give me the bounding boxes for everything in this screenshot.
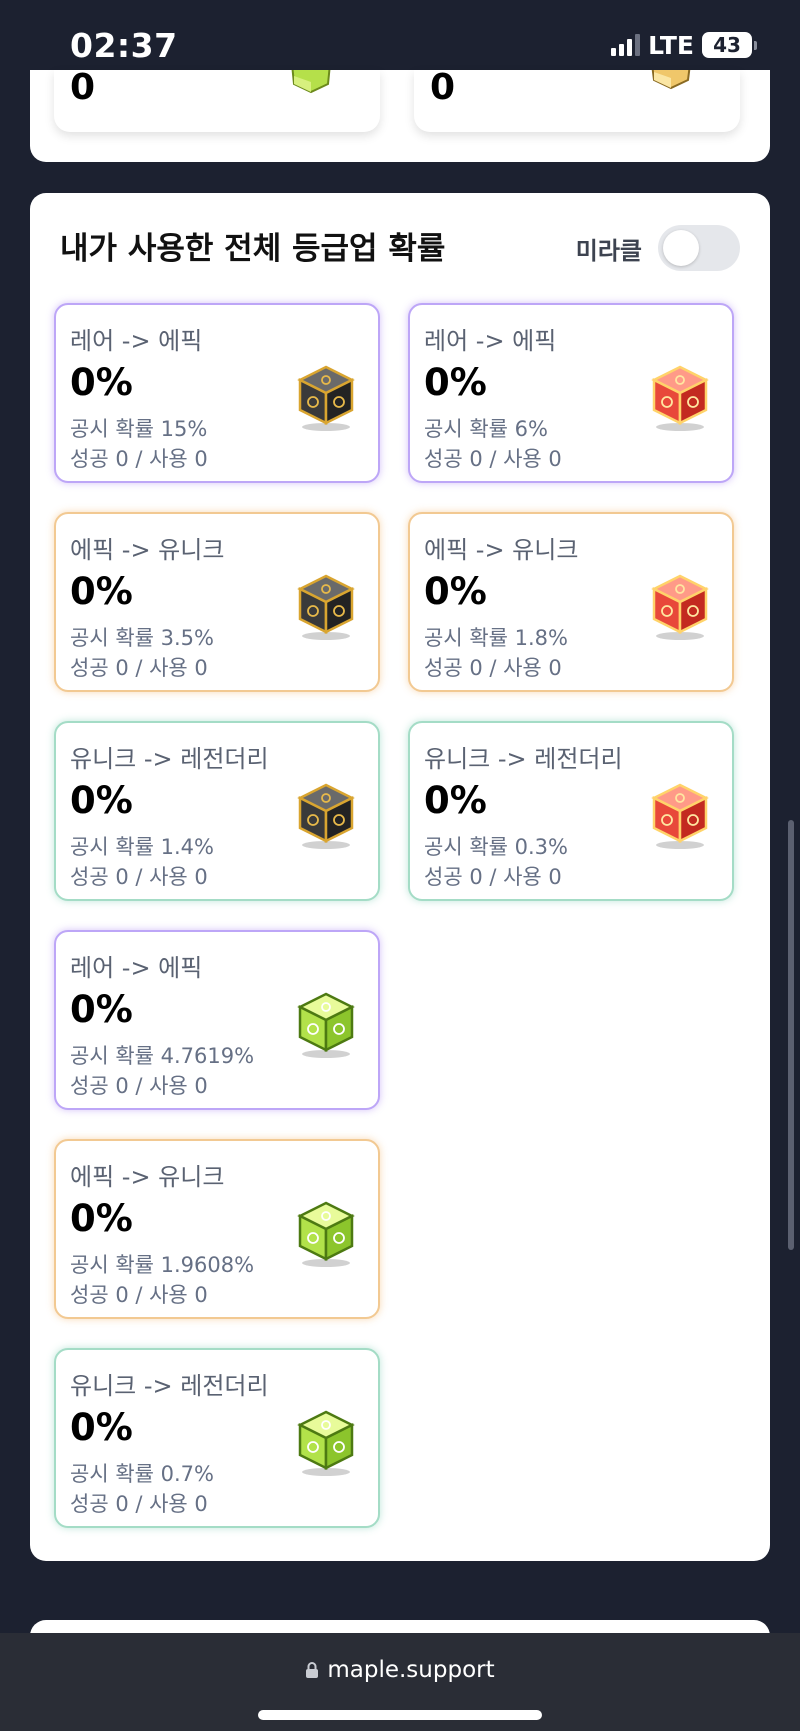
probability-card: 유니크 -> 레전더리 0% 공시 확률 0.7% 성공 0 / 사용 0: [54, 1348, 380, 1528]
success-rate: 0%: [70, 570, 133, 613]
success-count: 성공 0 / 사용 0: [424, 656, 562, 680]
red-cube-icon: [651, 783, 709, 849]
battery-icon: 43: [702, 32, 757, 58]
home-indicator[interactable]: [258, 1710, 542, 1720]
success-rate: 0%: [70, 988, 133, 1031]
probability-card: 유니크 -> 레전더리 0% 공시 확률 0.3% 성공 0 / 사용 0: [408, 721, 734, 901]
address-bar[interactable]: maple.support: [0, 1657, 800, 1683]
black-cube-icon: [297, 574, 355, 640]
card-title: 유니크 -> 레전더리: [70, 1372, 269, 1400]
card-title: 에픽 -> 유니크: [70, 1163, 225, 1191]
previous-stat-card: 0: [414, 70, 740, 132]
probability-card: 에픽 -> 유니크 0% 공시 확률 1.8% 성공 0 / 사용 0: [408, 512, 734, 692]
probability-card: 레어 -> 에픽 0% 공시 확률 4.7619% 성공 0 / 사용 0: [54, 930, 380, 1110]
probability-card: 레어 -> 에픽 0% 공시 확률 6% 성공 0 / 사용 0: [408, 303, 734, 483]
official-rate: 공시 확률 3.5%: [70, 626, 214, 650]
previous-stat-value: 0: [70, 70, 96, 108]
probability-card: 레어 -> 에픽 0% 공시 확률 15% 성공 0 / 사용 0: [54, 303, 380, 483]
green-cube-icon: [297, 992, 355, 1058]
success-rate: 0%: [70, 1406, 133, 1449]
network-label: LTE: [648, 30, 694, 60]
url-text: maple.support: [327, 1657, 495, 1683]
previous-stat-card: 0: [54, 70, 380, 132]
success-count: 성공 0 / 사용 0: [70, 865, 208, 889]
card-title: 에픽 -> 유니크: [70, 536, 225, 564]
lock-icon: [306, 1662, 319, 1678]
probability-card: 에픽 -> 유니크 0% 공시 확률 1.9608% 성공 0 / 사용 0: [54, 1139, 380, 1319]
black-cube-icon: [297, 783, 355, 849]
gold-cube-icon: [651, 70, 691, 90]
success-count: 성공 0 / 사용 0: [70, 1492, 208, 1516]
miracle-toggle[interactable]: [658, 225, 740, 271]
official-rate: 공시 확률 0.7%: [70, 1462, 214, 1486]
card-title: 레어 -> 에픽: [70, 954, 203, 982]
red-cube-icon: [651, 574, 709, 640]
official-rate: 공시 확률 1.8%: [424, 626, 568, 650]
green-cube-icon: [291, 70, 331, 94]
card-title: 에픽 -> 유니크: [424, 536, 579, 564]
black-cube-icon: [297, 365, 355, 431]
success-rate: 0%: [424, 779, 487, 822]
success-count: 성공 0 / 사용 0: [70, 447, 208, 471]
official-rate: 공시 확률 1.9608%: [70, 1253, 255, 1277]
success-count: 성공 0 / 사용 0: [424, 865, 562, 889]
probability-card: 유니크 -> 레전더리 0% 공시 확률 1.4% 성공 0 / 사용 0: [54, 721, 380, 901]
page: 02:37 LTE 43 0 0 내가 사용한 전체 등급업 확률 미라클 레어…: [0, 0, 800, 1731]
success-count: 성공 0 / 사용 0: [424, 447, 562, 471]
official-rate: 공시 확률 4.7619%: [70, 1044, 255, 1068]
success-rate: 0%: [424, 570, 487, 613]
official-rate: 공시 확률 0.3%: [424, 835, 568, 859]
previous-section-card: 0 0: [30, 70, 770, 162]
card-title: 레어 -> 에픽: [70, 327, 203, 355]
section-title: 내가 사용한 전체 등급업 확률: [60, 231, 446, 267]
red-cube-icon: [651, 365, 709, 431]
official-rate: 공시 확률 15%: [70, 417, 208, 441]
success-count: 성공 0 / 사용 0: [70, 1283, 208, 1307]
card-title: 유니크 -> 레전더리: [70, 745, 269, 773]
success-rate: 0%: [70, 361, 133, 404]
toggle-knob: [663, 230, 699, 266]
card-title: 유니크 -> 레전더리: [424, 745, 623, 773]
status-time: 02:37: [70, 26, 178, 65]
probability-card: 에픽 -> 유니크 0% 공시 확률 3.5% 성공 0 / 사용 0: [54, 512, 380, 692]
official-rate: 공시 확률 1.4%: [70, 835, 214, 859]
upgrade-probability-section: 내가 사용한 전체 등급업 확률 미라클 레어 -> 에픽 0% 공시 확률 15%…: [30, 193, 770, 1561]
success-rate: 0%: [70, 1197, 133, 1240]
status-indicators: LTE 43: [611, 30, 757, 60]
signal-icon: [611, 34, 641, 56]
official-rate: 공시 확률 6%: [424, 417, 548, 441]
success-count: 성공 0 / 사용 0: [70, 1074, 208, 1098]
browser-bar: maple.support: [0, 1633, 800, 1731]
green-cube-icon: [297, 1201, 355, 1267]
success-rate: 0%: [70, 779, 133, 822]
success-count: 성공 0 / 사용 0: [70, 656, 208, 680]
success-rate: 0%: [424, 361, 487, 404]
previous-stat-value: 0: [430, 70, 456, 108]
green-cube-icon: [297, 1410, 355, 1476]
scrollbar[interactable]: [788, 820, 794, 1250]
miracle-label: 미라클: [575, 237, 642, 265]
card-title: 레어 -> 에픽: [424, 327, 557, 355]
